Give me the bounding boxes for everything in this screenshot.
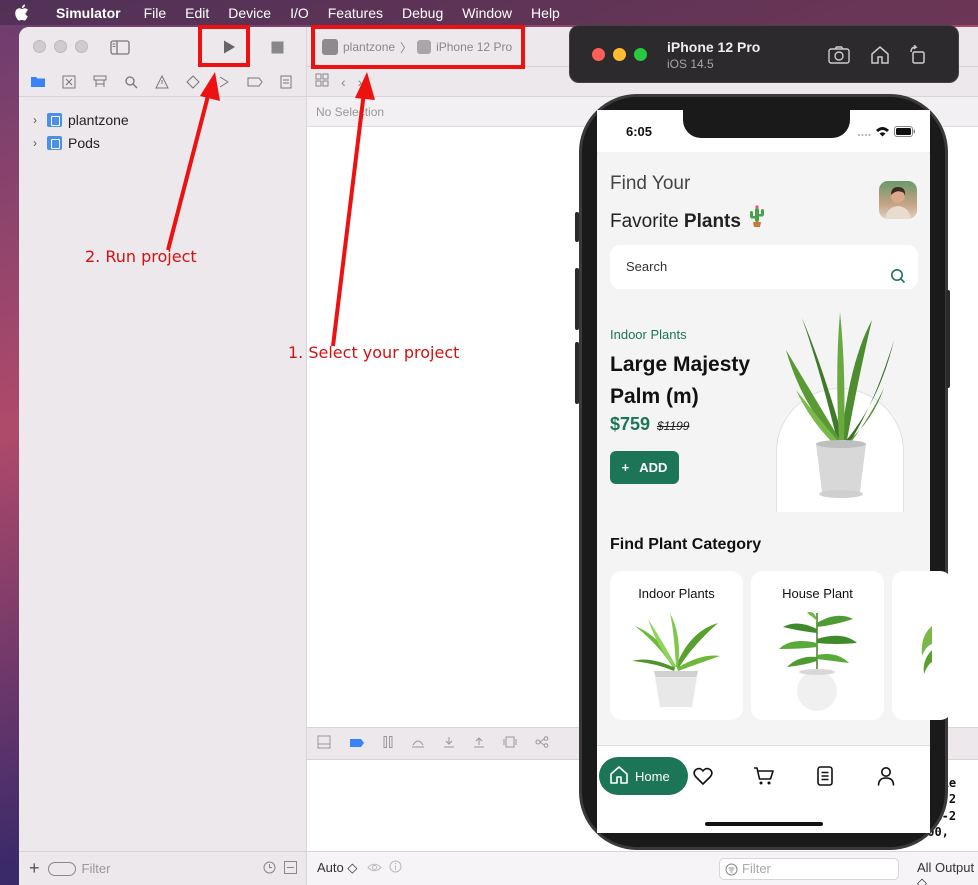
annotation-run-project: 2. Run project [85,247,197,266]
annotation-select-project: 1. Select your project [288,343,460,362]
arrowhead-icon [200,72,220,101]
annotation-arrows [166,72,375,347]
arrowhead-icon [355,72,375,100]
select-arrow [331,91,366,347]
run-arrow [166,91,211,251]
